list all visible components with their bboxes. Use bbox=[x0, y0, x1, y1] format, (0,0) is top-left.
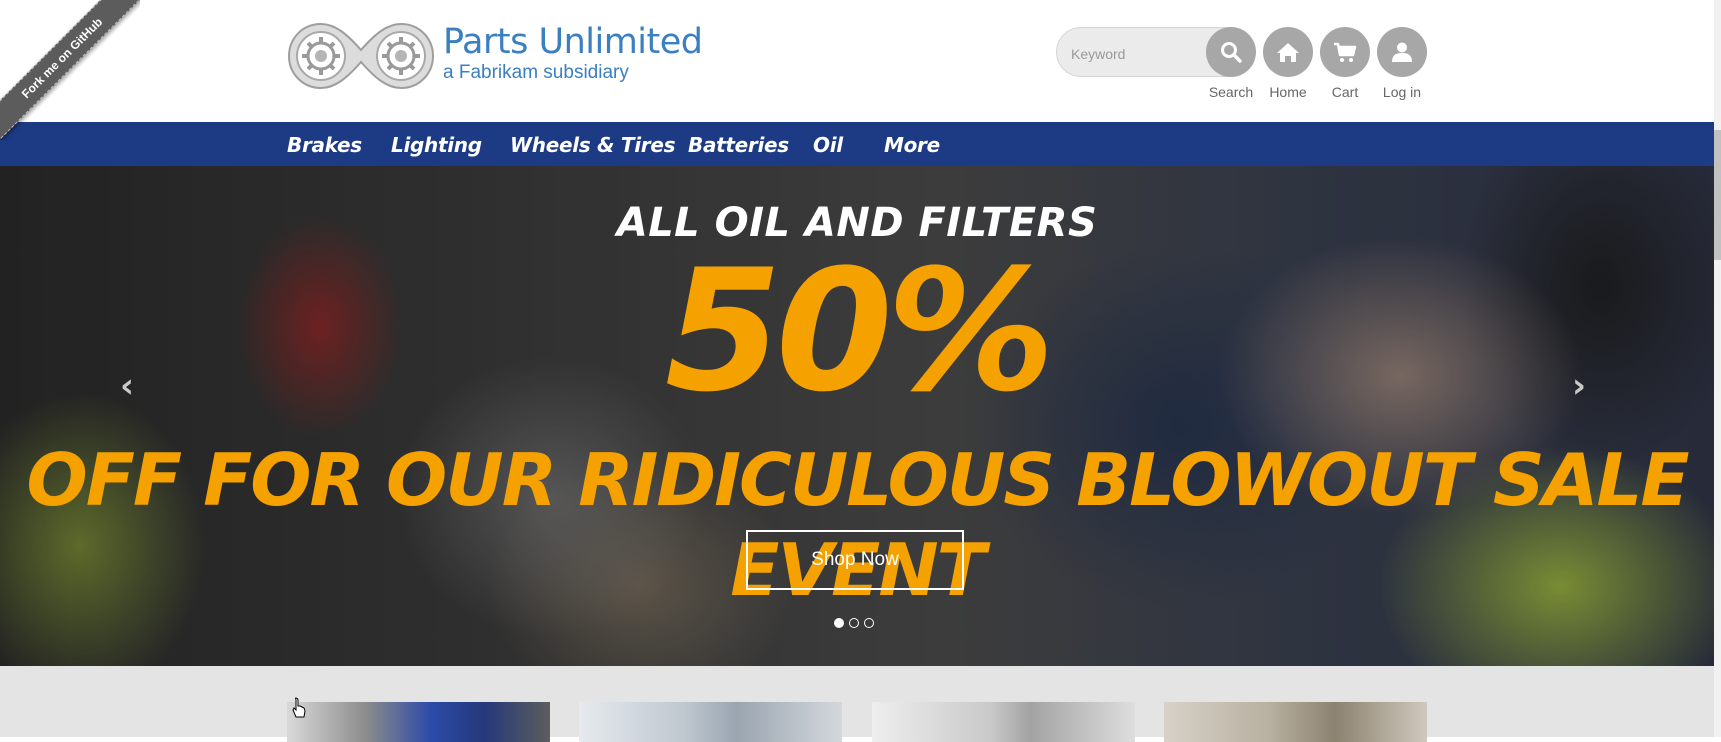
gear-logo-icon[interactable] bbox=[287, 22, 435, 90]
cart-icon bbox=[1334, 42, 1357, 62]
user-icon bbox=[1392, 42, 1412, 62]
category-thumbnail[interactable] bbox=[872, 702, 1135, 742]
nav-item-wheels-tires[interactable]: Wheels & Tires bbox=[510, 133, 675, 157]
brand-subtitle: a Fabrikam subsidiary bbox=[443, 62, 629, 83]
category-thumbnail[interactable] bbox=[579, 702, 842, 742]
scrollbar-thumb[interactable] bbox=[1714, 130, 1721, 260]
nav-item-oil[interactable]: Oil bbox=[813, 133, 843, 157]
nav-item-more[interactable]: More bbox=[884, 133, 940, 157]
home-icon bbox=[1277, 43, 1299, 62]
category-thumbnail[interactable] bbox=[287, 702, 550, 742]
login-button[interactable] bbox=[1377, 27, 1427, 77]
page-scrollbar[interactable] bbox=[1714, 0, 1721, 737]
nav-item-brakes[interactable]: Brakes bbox=[287, 133, 362, 157]
hero-percent: 50% bbox=[664, 233, 1055, 429]
carousel-indicators bbox=[834, 618, 874, 628]
home-button[interactable] bbox=[1263, 27, 1313, 77]
category-nav: Brakes Lighting Wheels & Tires Batteries… bbox=[0, 122, 1714, 166]
hero-carousel: ALL OIL AND FILTERS 50% OFF FOR OUR RIDI… bbox=[0, 166, 1714, 666]
carousel-dot-2[interactable] bbox=[849, 618, 859, 628]
site-header: Parts Unlimited a Fabrikam subsidiary Se… bbox=[0, 0, 1721, 122]
brand-title[interactable]: Parts Unlimited bbox=[443, 22, 703, 62]
category-thumbnail[interactable] bbox=[1164, 702, 1427, 742]
carousel-dot-1[interactable] bbox=[834, 618, 844, 628]
carousel-prev-icon[interactable]: ‹ bbox=[120, 366, 134, 406]
github-ribbon: Fork me on GitHub bbox=[0, 0, 140, 140]
hand-cursor-icon bbox=[292, 697, 306, 718]
featured-categories bbox=[0, 666, 1714, 742]
login-label: Log in bbox=[1382, 84, 1422, 100]
carousel-next-icon[interactable]: › bbox=[1572, 366, 1586, 406]
nav-item-lighting[interactable]: Lighting bbox=[391, 133, 482, 157]
search-icon bbox=[1221, 42, 1242, 63]
shop-now-button[interactable]: Shop Now bbox=[746, 530, 964, 590]
carousel-dot-3[interactable] bbox=[864, 618, 874, 628]
nav-item-batteries[interactable]: Batteries bbox=[688, 133, 789, 157]
hero-offer-text: OFF FOR OUR RIDICULOUS BLOWOUT SALE EVEN… bbox=[0, 420, 1714, 630]
search-button[interactable] bbox=[1206, 27, 1256, 77]
search-input[interactable] bbox=[1069, 40, 1203, 68]
fork-github-link[interactable]: Fork me on GitHub bbox=[0, 0, 140, 140]
cart-button[interactable] bbox=[1320, 27, 1370, 77]
